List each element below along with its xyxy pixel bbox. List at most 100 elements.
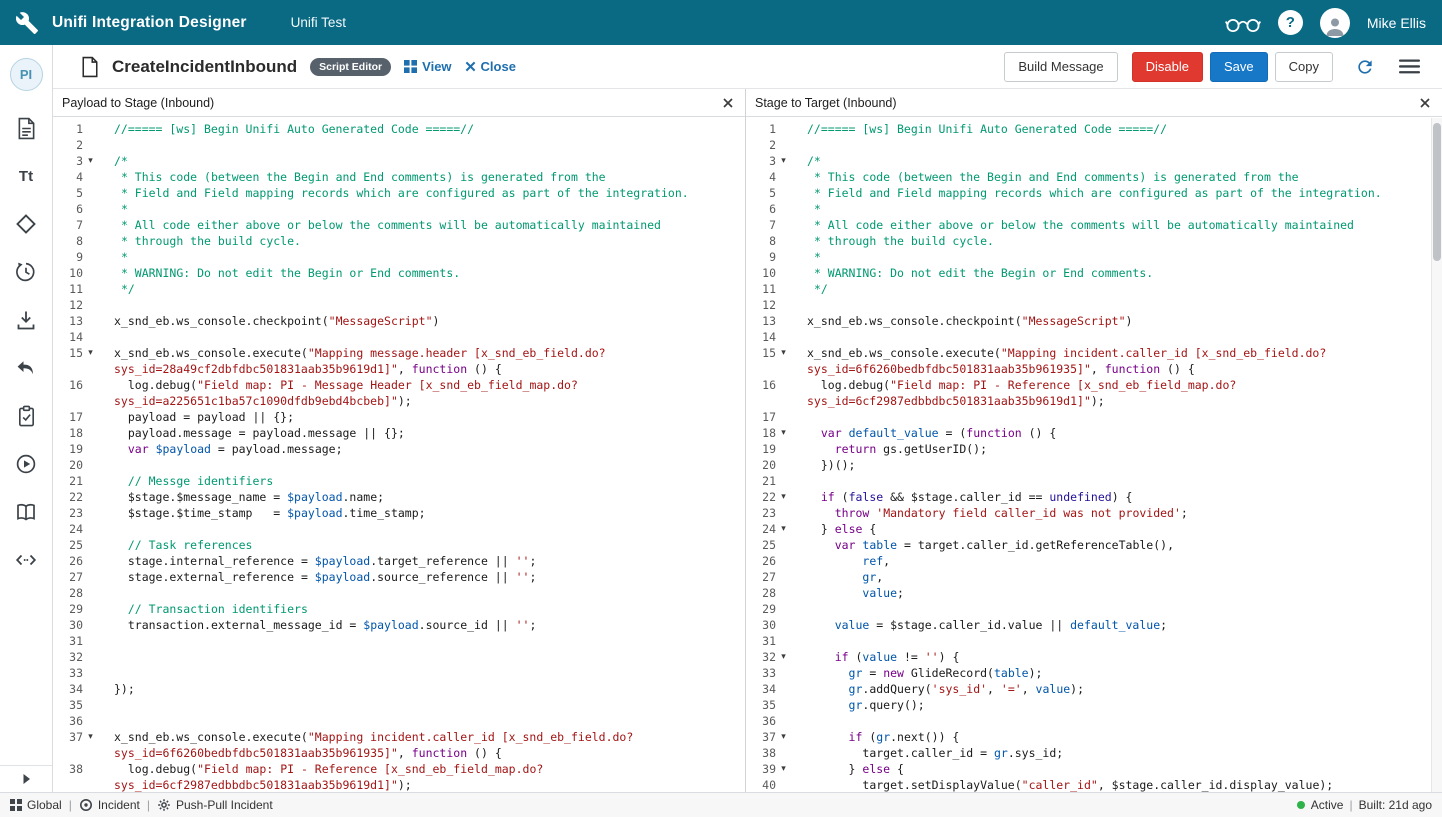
field-map-icon[interactable] xyxy=(14,212,38,236)
code-line: 1//===== [ws] Begin Unifi Auto Generated… xyxy=(53,121,745,137)
view-link[interactable]: View xyxy=(404,59,451,74)
run-icon[interactable] xyxy=(14,452,38,476)
line-number: 4 xyxy=(53,169,83,185)
line-number: 28 xyxy=(746,585,776,601)
close-icon xyxy=(465,61,476,72)
disable-button[interactable]: Disable xyxy=(1132,52,1203,82)
code-line: 29 xyxy=(746,601,1442,617)
code-text: //===== [ws] Begin Unifi Auto Generated … xyxy=(791,121,1442,137)
code-line: 3▾/* xyxy=(746,153,1442,169)
text-fields-icon[interactable]: Tt xyxy=(14,164,38,188)
scrollbar-thumb[interactable] xyxy=(1433,123,1441,261)
code-line: 30 value = $stage.caller_id.value || def… xyxy=(746,617,1442,633)
fold-arrow-icon[interactable]: ▾ xyxy=(83,729,98,745)
statusbar-scope[interactable]: Global xyxy=(10,798,62,812)
close-pane-icon[interactable] xyxy=(720,95,736,111)
fold-arrow-icon[interactable]: ▾ xyxy=(776,521,791,537)
code-line: 31 xyxy=(746,633,1442,649)
fold-arrow-icon[interactable]: ▾ xyxy=(776,489,791,505)
line-number: 38 xyxy=(53,761,83,777)
code-line: 33 xyxy=(53,665,745,681)
code-text: $stage.$time_stamp = $payload.time_stamp… xyxy=(98,505,745,521)
fold-arrow-icon[interactable]: ▾ xyxy=(776,729,791,745)
script-editor-badge: Script Editor xyxy=(310,58,391,76)
code-text: * This code (between the Begin and End c… xyxy=(791,169,1442,185)
statusbar-table[interactable]: Incident xyxy=(79,798,140,812)
record-document-icon xyxy=(81,56,99,78)
fold-arrow-icon[interactable]: ▾ xyxy=(776,425,791,441)
code-text: target.caller_id = gr.sys_id; xyxy=(791,745,1442,761)
fold-arrow-icon[interactable]: ▾ xyxy=(776,761,791,777)
line-number: 19 xyxy=(53,441,83,457)
close-pane-icon[interactable] xyxy=(1417,95,1433,111)
line-number: 18 xyxy=(746,425,776,441)
code-line: 28 value; xyxy=(746,585,1442,601)
code-text: //===== [ws] Begin Unifi Auto Generated … xyxy=(98,121,745,137)
wrench-logo-icon xyxy=(14,10,40,36)
undo-icon[interactable] xyxy=(14,356,38,380)
code-line: 2 xyxy=(53,137,745,153)
code-line: 1//===== [ws] Begin Unifi Auto Generated… xyxy=(746,121,1442,137)
code-text: var table = target.caller_id.getReferenc… xyxy=(791,537,1442,553)
fold-arrow-icon[interactable]: ▾ xyxy=(776,153,791,169)
fold-arrow-icon[interactable]: ▾ xyxy=(776,345,791,361)
line-number: 36 xyxy=(53,713,83,729)
code-line: 6 * xyxy=(53,201,745,217)
code-line: 20 xyxy=(53,457,745,473)
code-line: 15▾x_snd_eb.ws_console.execute("Mapping … xyxy=(53,345,745,377)
line-number: 34 xyxy=(746,681,776,697)
code-text: * WARNING: Do not edit the Begin or End … xyxy=(98,265,745,281)
refresh-icon[interactable] xyxy=(1355,57,1375,77)
line-number: 26 xyxy=(746,553,776,569)
code-icon[interactable] xyxy=(14,548,38,572)
import-icon[interactable] xyxy=(14,308,38,332)
code-line: 21 // Messge identifiers xyxy=(53,473,745,489)
code-editor[interactable]: 1//===== [ws] Begin Unifi Auto Generated… xyxy=(746,117,1442,792)
line-number: 23 xyxy=(746,505,776,521)
code-line: 27 gr, xyxy=(746,569,1442,585)
code-line: 22 $stage.$message_name = $payload.name; xyxy=(53,489,745,505)
line-number: 26 xyxy=(53,553,83,569)
code-editor[interactable]: 1//===== [ws] Begin Unifi Auto Generated… xyxy=(53,117,745,792)
code-text: /* xyxy=(791,153,1442,169)
integration-avatar[interactable]: PI xyxy=(10,58,43,91)
pane-header: Stage to Target (Inbound) xyxy=(746,89,1442,117)
code-line: 11 */ xyxy=(53,281,745,297)
statusbar-process[interactable]: Push-Pull Incident xyxy=(157,798,273,812)
glasses-icon[interactable] xyxy=(1225,13,1261,33)
code-text: value; xyxy=(791,585,1442,601)
menu-icon[interactable] xyxy=(1399,59,1420,74)
user-name[interactable]: Mike Ellis xyxy=(1367,15,1426,31)
line-number: 17 xyxy=(53,409,83,425)
documentation-icon[interactable] xyxy=(14,500,38,524)
fold-arrow-icon[interactable]: ▾ xyxy=(83,153,98,169)
copy-button[interactable]: Copy xyxy=(1275,52,1333,82)
tasks-icon[interactable] xyxy=(14,404,38,428)
pane-title: Stage to Target (Inbound) xyxy=(755,96,1417,110)
fold-arrow-icon[interactable]: ▾ xyxy=(83,345,98,361)
user-avatar[interactable] xyxy=(1320,8,1350,38)
code-text: * Field and Field mapping records which … xyxy=(791,185,1442,201)
line-number: 37 xyxy=(53,729,83,745)
collapse-rail-button[interactable] xyxy=(0,765,52,792)
code-text: }); xyxy=(98,681,745,697)
code-line: 25 var table = target.caller_id.getRefer… xyxy=(746,537,1442,553)
script-panes: Payload to Stage (Inbound) 1//===== [ws]… xyxy=(53,89,1442,792)
scrollbar-track[interactable] xyxy=(1431,118,1442,792)
save-button[interactable]: Save xyxy=(1210,52,1268,82)
help-icon[interactable]: ? xyxy=(1278,10,1303,35)
record-toolbar: CreateIncidentInbound Script Editor View… xyxy=(53,45,1442,89)
close-link[interactable]: Close xyxy=(465,59,516,74)
scope-label: Global xyxy=(27,798,62,812)
line-number: 25 xyxy=(746,537,776,553)
code-line: 5 * Field and Field mapping records whic… xyxy=(53,185,745,201)
code-text: * All code either above or below the com… xyxy=(791,217,1442,233)
document-icon[interactable] xyxy=(14,116,38,140)
code-text: * This code (between the Begin and End c… xyxy=(98,169,745,185)
code-text: gr.addQuery('sys_id', '=', value); xyxy=(791,681,1442,697)
build-message-button[interactable]: Build Message xyxy=(1004,52,1117,82)
code-line: 6 * xyxy=(746,201,1442,217)
history-icon[interactable] xyxy=(14,260,38,284)
code-line: 36 xyxy=(53,713,745,729)
fold-arrow-icon[interactable]: ▾ xyxy=(776,649,791,665)
